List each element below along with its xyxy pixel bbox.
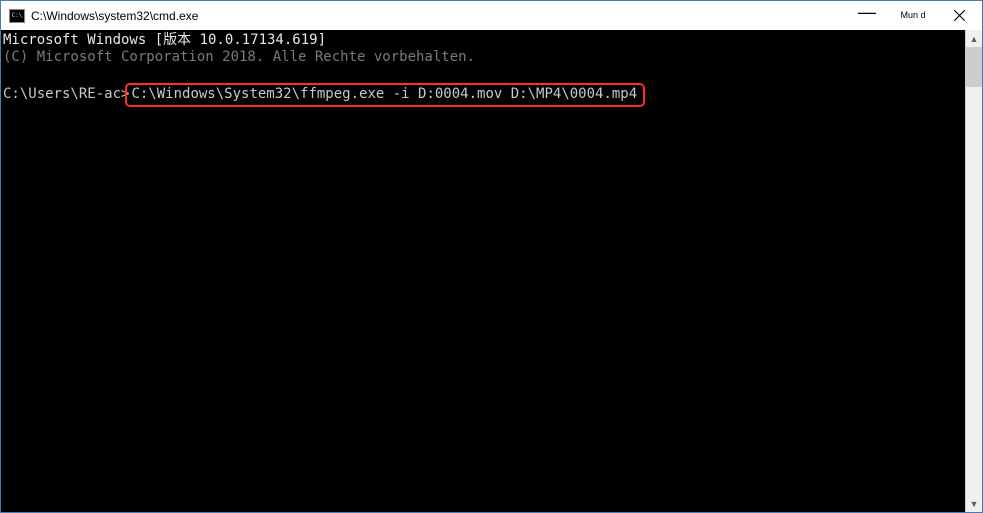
console-output[interactable]: Microsoft Windows [版本 10.0.17134.619] (C… <box>1 30 965 512</box>
window-titlebar[interactable]: C:\Windows\system32\cmd.exe — Mun d <box>1 1 982 31</box>
minimize-button[interactable]: — <box>844 0 890 26</box>
close-button[interactable] <box>936 1 982 30</box>
scroll-track[interactable] <box>966 47 982 495</box>
scroll-down-button[interactable]: ▼ <box>966 495 982 512</box>
window-controls: — Mun d <box>844 1 982 30</box>
scroll-thumb[interactable] <box>966 47 982 87</box>
vertical-scrollbar[interactable]: ▲ ▼ <box>965 30 982 512</box>
scroll-up-button[interactable]: ▲ <box>966 30 982 47</box>
cmd-icon <box>9 9 25 23</box>
console-area: Microsoft Windows [版本 10.0.17134.619] (C… <box>1 30 982 512</box>
window-title: C:\Windows\system32\cmd.exe <box>31 9 198 23</box>
close-icon <box>954 10 965 21</box>
command-text: C:\Windows\System32\ffmpeg.exe -i D:0004… <box>131 86 637 102</box>
console-prompt-line: C:\Users\RE-ac>C:\Windows\System32\ffmpe… <box>3 86 645 102</box>
prompt-text: C:\Users\RE-ac> <box>3 86 129 102</box>
console-line-version: Microsoft Windows [版本 10.0.17134.619] <box>3 32 326 48</box>
console-line-copyright: (C) Microsoft Corporation 2018. Alle Rec… <box>3 49 475 65</box>
command-highlight: C:\Windows\System32\ffmpeg.exe -i D:0004… <box>125 83 645 107</box>
maximize-button[interactable]: Mun d <box>890 1 936 30</box>
